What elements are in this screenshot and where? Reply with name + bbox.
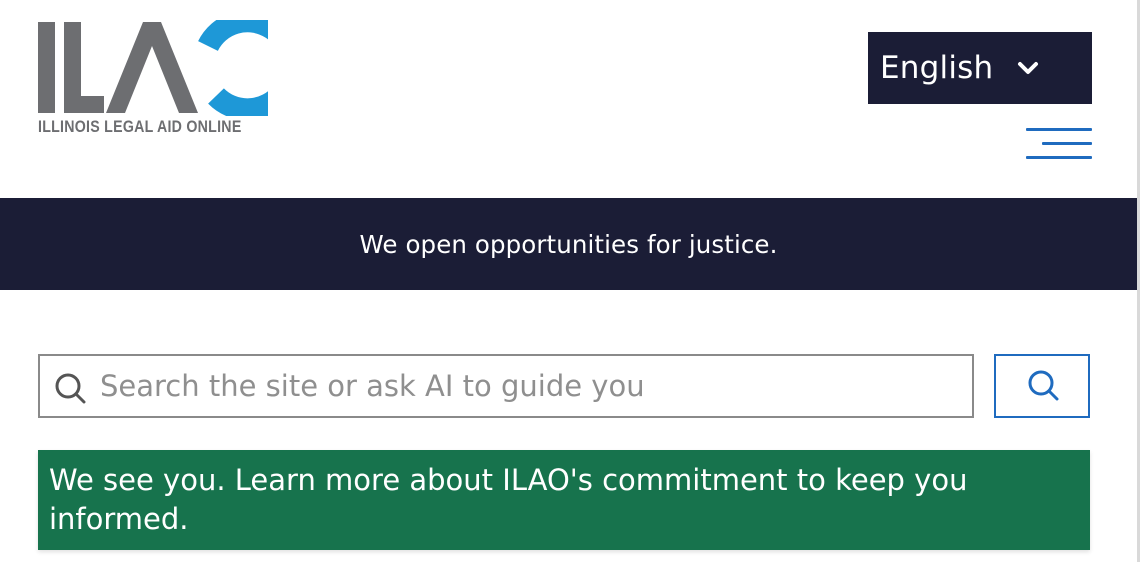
mission-banner-text: We open opportunities for justice. — [359, 229, 778, 259]
ilao-logo[interactable]: ILLINOIS LEGAL AID ONLINE — [38, 20, 268, 142]
mission-banner: We open opportunities for justice. — [0, 198, 1137, 290]
chevron-down-icon — [1018, 62, 1038, 74]
hamburger-menu-icon[interactable] — [1024, 126, 1092, 162]
site-header: ILLINOIS LEGAL AID ONLINE English — [0, 0, 1140, 198]
ilao-logo-mark — [38, 20, 268, 116]
language-select[interactable]: English — [868, 32, 1092, 104]
search-icon — [54, 372, 86, 404]
language-selected-label: English — [880, 50, 994, 86]
logo-tagline: ILLINOIS LEGAL AID ONLINE — [38, 118, 242, 136]
search-input[interactable] — [100, 356, 960, 416]
search-box — [38, 354, 974, 418]
commitment-notice-link[interactable]: We see you. Learn more about ILAO's comm… — [38, 450, 1090, 550]
search-button[interactable] — [994, 354, 1090, 418]
search-icon — [1028, 370, 1059, 401]
commitment-notice-text: We see you. Learn more about ILAO's comm… — [49, 463, 968, 536]
